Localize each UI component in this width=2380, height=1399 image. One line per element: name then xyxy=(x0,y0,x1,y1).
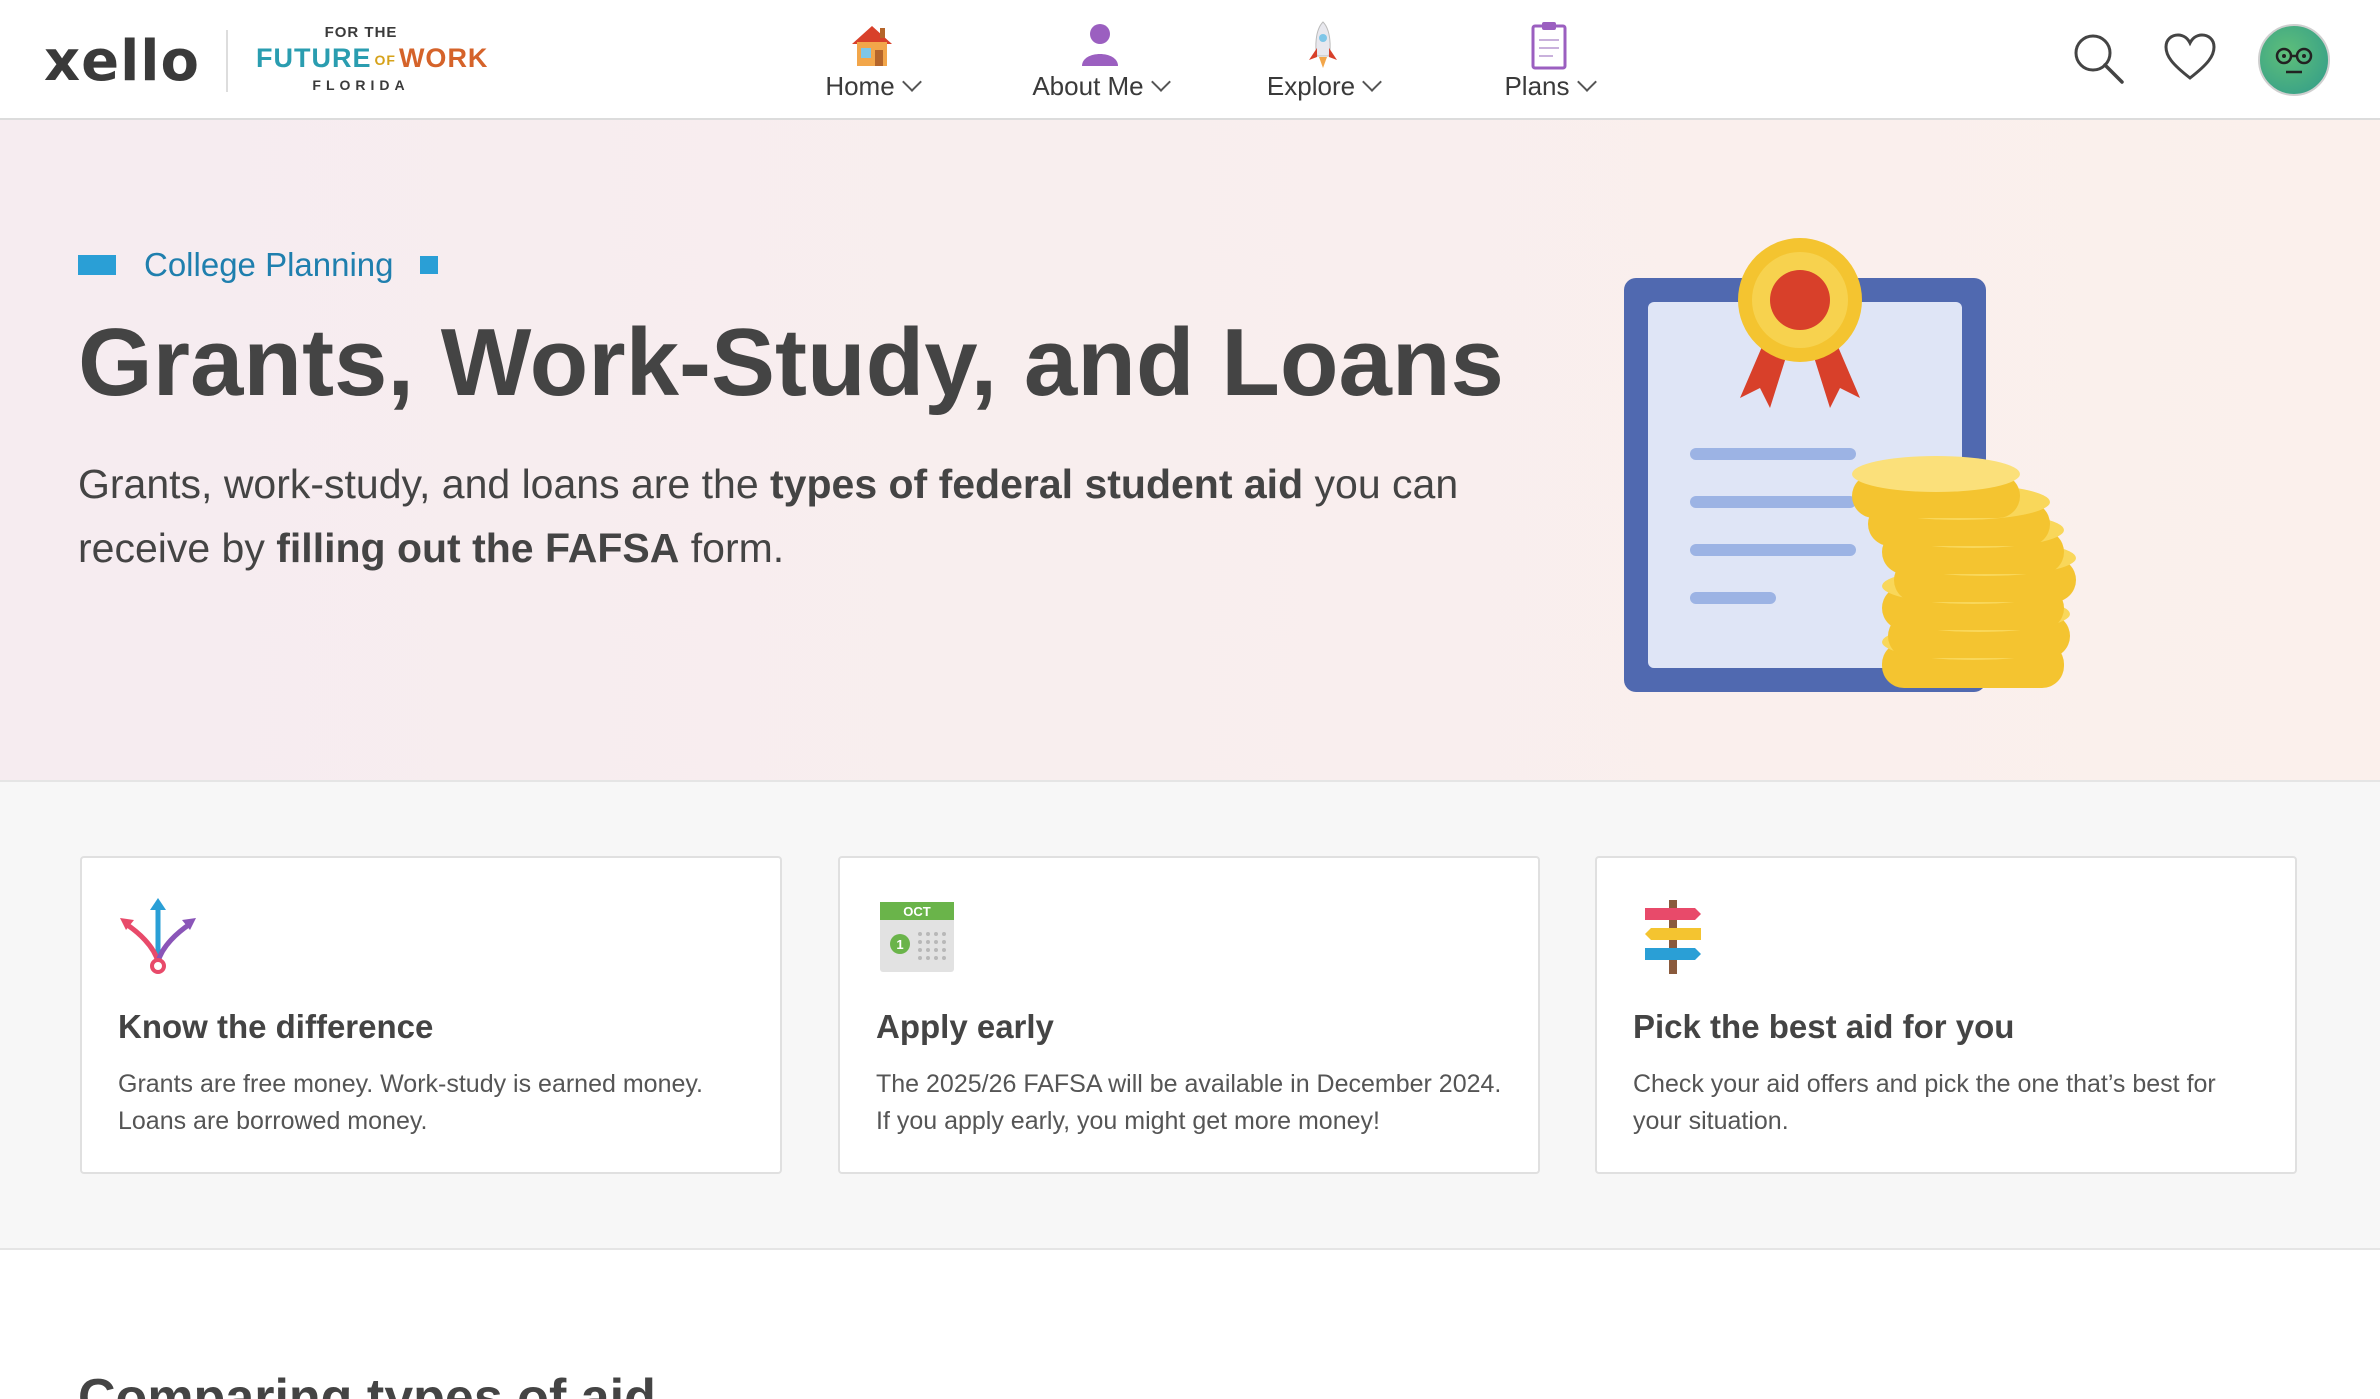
chevron-down-icon xyxy=(1576,72,1597,92)
card-title: Pick the best aid for you xyxy=(1633,1008,2015,1045)
avatar[interactable] xyxy=(2258,24,2330,96)
tips-section: Know the difference Grants are free mone… xyxy=(0,782,2380,1250)
nav-home-label: Home xyxy=(825,71,895,101)
search-icon[interactable] xyxy=(2070,30,2126,86)
card-title: Apply early xyxy=(876,1008,1054,1045)
nav-explore[interactable]: Explore xyxy=(1258,20,1388,110)
calendar-month: OCT xyxy=(903,904,931,919)
calendar-day: 1 xyxy=(896,937,903,952)
partner-line3: FLORIDA xyxy=(312,76,410,93)
signpost-icon xyxy=(1645,900,1701,974)
card-body: Grants are free money. Work-study is ear… xyxy=(118,1070,703,1135)
partner-line2: FUTURE OF WORK xyxy=(256,43,489,73)
partner-line1: FOR THE xyxy=(324,24,398,41)
card-pick-best-aid: Pick the best aid for you Check your aid… xyxy=(1595,856,2297,1174)
card-body: The 2025/26 FAFSA will be available in D… xyxy=(876,1070,1502,1135)
clipboard-icon xyxy=(1531,22,1567,70)
nav-about-me[interactable]: About Me xyxy=(1020,20,1180,110)
nav-plans-label: Plans xyxy=(1504,71,1570,101)
house-icon xyxy=(852,26,892,66)
hero-lead-paragraph: Grants, work-study, and loans are the ty… xyxy=(78,461,1459,571)
card-apply-early: OCT 1 Apply early The 2025/26 FAFSA will… xyxy=(838,856,1540,1174)
card-know-the-difference: Know the difference Grants are free mone… xyxy=(80,856,782,1174)
page-title: Grants, Work-Study, and Loans xyxy=(78,309,1504,416)
eyebrow-label[interactable]: College Planning xyxy=(144,246,394,284)
card-title: Know the difference xyxy=(118,1008,434,1045)
nav-plans[interactable]: Plans xyxy=(1494,20,1604,110)
future-of-work-florida-logo: FOR THE FUTURE OF WORK FLORIDA xyxy=(256,24,489,93)
section-title: Comparing types of aid xyxy=(78,1369,656,1399)
nav-explore-label: Explore xyxy=(1266,71,1356,101)
hero-section: College Planning Grants, Work-Study, and… xyxy=(0,120,2380,782)
top-navigation-bar: xello FOR THE FUTURE OF WORK FLORIDA Home … xyxy=(0,0,2380,120)
nav-about-me-label: About Me xyxy=(1032,71,1144,101)
chevron-down-icon xyxy=(1362,72,1382,92)
chevron-down-icon xyxy=(1150,72,1171,92)
diverging-arrows-icon xyxy=(120,898,196,974)
heart-icon[interactable] xyxy=(2162,30,2218,86)
chevron-down-icon xyxy=(901,72,922,92)
avatar-face-icon xyxy=(2275,47,2313,74)
certificate-with-coins-illustration xyxy=(1624,238,2076,692)
breadcrumb: College Planning xyxy=(78,245,438,285)
card-body: Check your aid offers and pick the one t… xyxy=(1633,1070,2216,1135)
calendar-icon: OCT 1 xyxy=(880,902,954,972)
comparison-section: Comparing types of aid xyxy=(0,1250,2380,1399)
xello-logo[interactable]: xello xyxy=(44,32,200,92)
nav-home[interactable]: Home xyxy=(812,20,932,110)
eyebrow-bar xyxy=(78,255,116,275)
logo-divider xyxy=(226,30,228,92)
eyebrow-square xyxy=(419,256,438,274)
person-icon xyxy=(1082,24,1118,66)
rocket-icon xyxy=(1309,21,1337,68)
